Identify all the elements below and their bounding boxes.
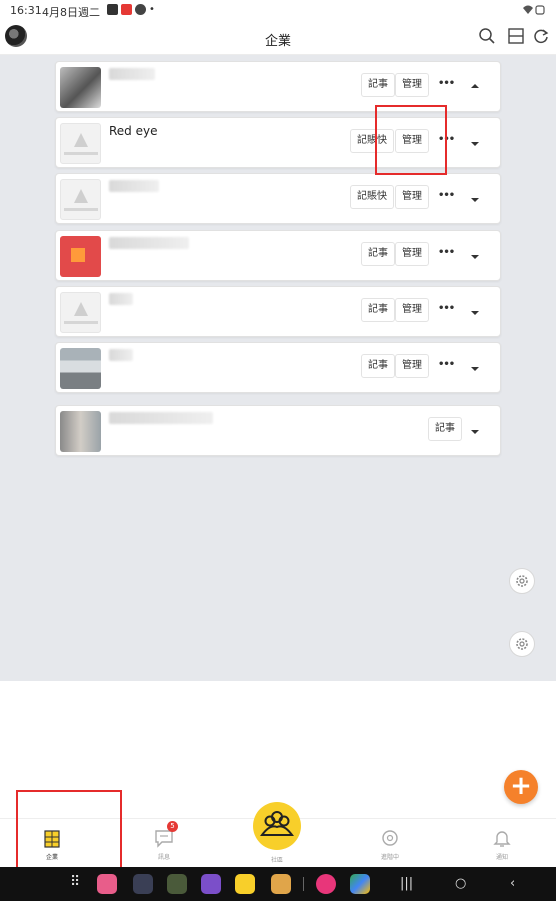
blurred-company-name <box>109 68 155 80</box>
add-button[interactable]: + <box>504 770 538 804</box>
blurred-company-name <box>109 412 213 424</box>
blurred-company-name <box>109 349 133 361</box>
unread-badge: 5 <box>167 821 178 832</box>
android-navigation-bar: ⠿ ||| ○ ‹ <box>0 867 556 901</box>
manage-button[interactable]: 管理 <box>395 73 429 97</box>
nav-label-community: 社區 <box>270 857 283 864</box>
company-logo <box>60 411 101 452</box>
company-logo <box>60 236 101 277</box>
back-icon[interactable]: ‹ <box>510 876 515 891</box>
nav-item-messages[interactable]: 5 訊息 <box>134 821 194 861</box>
nav-item-notifications[interactable]: 通知 <box>472 827 532 861</box>
refresh-icon[interactable] <box>532 27 550 45</box>
app-icon-1[interactable] <box>97 874 117 894</box>
record-button[interactable]: 記事 <box>361 73 395 97</box>
home-icon[interactable]: ○ <box>455 876 466 891</box>
chevron-down-icon[interactable] <box>470 195 480 205</box>
company-name: Red eye <box>109 124 158 138</box>
app-icon-3[interactable] <box>167 874 187 894</box>
company-logo <box>60 67 101 108</box>
record-button[interactable]: 記事 <box>361 354 395 378</box>
chevron-down-icon[interactable] <box>470 252 480 262</box>
people-group-icon <box>260 811 294 836</box>
company-card[interactable]: 記事 管理 ••• <box>55 286 501 337</box>
scan-icon[interactable] <box>507 27 525 45</box>
search-icon[interactable] <box>478 27 496 45</box>
app-logo-icon[interactable] <box>235 874 255 894</box>
company-card[interactable]: 記賬快 管理 ••• <box>55 173 501 224</box>
app-notification-icon <box>121 4 132 15</box>
community-button[interactable] <box>253 802 301 850</box>
nav-label-progress: 進階中 <box>380 854 399 861</box>
status-notification-icons: • <box>107 4 155 15</box>
chevron-up-icon[interactable] <box>470 81 480 91</box>
blurred-company-name <box>109 237 189 249</box>
app-icon-2[interactable] <box>133 874 153 894</box>
record-button[interactable]: 記事 <box>361 242 395 266</box>
chevron-down-icon[interactable] <box>470 427 480 437</box>
more-options-icon[interactable]: ••• <box>438 78 455 89</box>
chevron-down-icon[interactable] <box>470 139 480 149</box>
company-logo <box>60 179 101 220</box>
gear-icon <box>516 575 528 587</box>
chevron-down-icon[interactable] <box>470 364 480 374</box>
bell-icon <box>493 831 511 847</box>
company-logo <box>60 348 101 389</box>
app-header: 企業 <box>0 22 556 55</box>
company-card[interactable]: 記事 管理 ••• <box>55 342 501 393</box>
company-card[interactable]: 記事 <box>55 405 501 456</box>
more-options-icon[interactable]: ••• <box>438 303 455 314</box>
manage-button[interactable]: 管理 <box>395 185 429 209</box>
wifi-battery-icons <box>522 4 546 18</box>
manage-button[interactable]: 管理 <box>395 298 429 322</box>
status-bar: 16:31 4月8日週二 • <box>0 0 556 22</box>
recent-apps-icon[interactable]: ||| <box>400 876 413 891</box>
more-notifications-icon: • <box>149 4 155 15</box>
highlight-box-manage <box>375 105 447 175</box>
manage-button[interactable]: 管理 <box>395 354 429 378</box>
settings-floating-button[interactable] <box>509 631 535 657</box>
more-options-icon[interactable]: ••• <box>438 190 455 201</box>
company-list-area: 記事 管理 ••• Red eye 記賬快 管理 ••• 記賬快 管理 ••• … <box>0 55 556 681</box>
gear-icon <box>516 638 528 650</box>
onenote-icon[interactable] <box>201 874 221 894</box>
app-icon-7[interactable] <box>316 874 336 894</box>
blurred-company-name <box>109 293 133 305</box>
wifi-icon <box>523 5 545 15</box>
nav-item-progress[interactable]: 進階中 <box>360 827 420 861</box>
page-title: 企業 <box>264 34 291 49</box>
company-logo <box>60 292 101 333</box>
target-icon <box>382 830 398 846</box>
blurred-company-name <box>109 180 159 192</box>
quick-bookkeeping-button[interactable]: 記賬快 <box>350 185 394 209</box>
more-options-icon[interactable]: ••• <box>438 247 455 258</box>
nav-label-messages: 訊息 <box>157 854 170 861</box>
gallery-notification-icon <box>107 4 118 15</box>
manage-button[interactable]: 管理 <box>395 242 429 266</box>
app-drawer-icon[interactable]: ⠿ <box>70 874 80 890</box>
play-store-icon[interactable] <box>350 874 370 894</box>
status-date: 4月8日週二 <box>42 6 100 19</box>
company-card[interactable]: 記事 管理 ••• <box>55 230 501 281</box>
company-logo <box>60 123 101 164</box>
nav-label-notifications: 通知 <box>495 854 508 861</box>
more-options-icon[interactable]: ••• <box>438 359 455 370</box>
record-button[interactable]: 記事 <box>428 417 462 441</box>
dock-divider <box>303 877 304 891</box>
settings-floating-button[interactable] <box>509 568 535 594</box>
status-time: 16:31 <box>10 4 42 17</box>
chevron-down-icon[interactable] <box>470 308 480 318</box>
record-button[interactable]: 記事 <box>361 298 395 322</box>
app-icon-6[interactable] <box>271 874 291 894</box>
sync-notification-icon <box>135 4 146 15</box>
